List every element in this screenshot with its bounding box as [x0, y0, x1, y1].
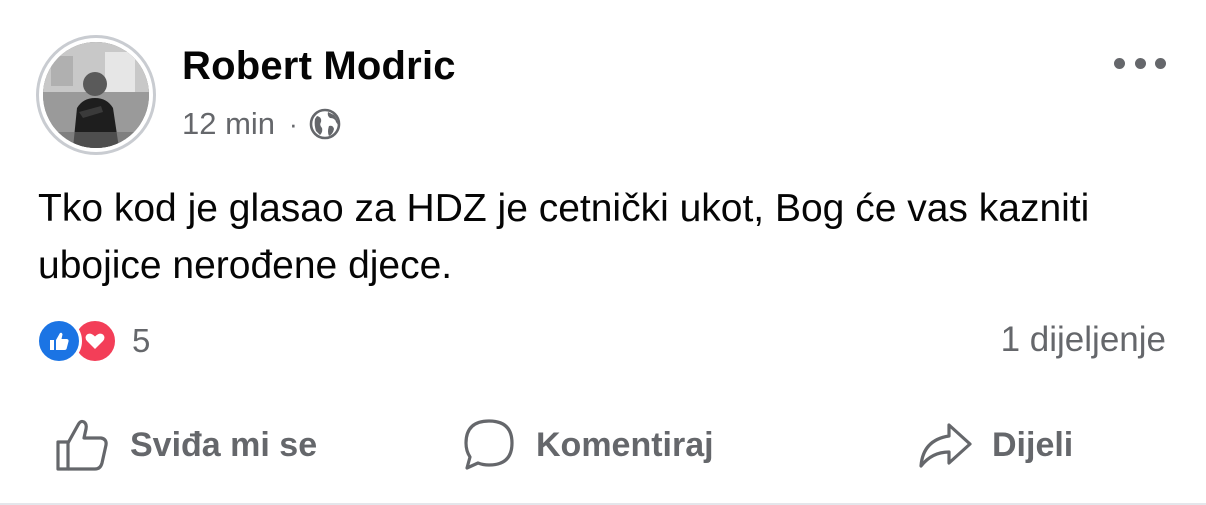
avatar-photo	[43, 42, 149, 148]
more-dot	[1155, 57, 1166, 69]
more-dot	[1114, 57, 1125, 69]
share-button[interactable]: Dijeli	[916, 408, 1073, 482]
comment-icon	[464, 419, 514, 470]
share-arrow-icon	[919, 423, 972, 468]
reaction-count: 5	[132, 322, 151, 359]
share-count[interactable]: 1 dijeljenje	[1001, 320, 1166, 360]
more-options-icon[interactable]	[1114, 52, 1166, 74]
post-meta: 12 min ·	[182, 106, 342, 142]
like-reaction-icon	[36, 318, 82, 364]
comment-button[interactable]: Komentiraj	[460, 408, 714, 482]
post-card: Robert Modric 12 min · Tko kod je glasao…	[0, 0, 1206, 505]
action-bar: Sviđa mi se Komentiraj Dijeli	[0, 408, 1206, 482]
globe-icon	[308, 107, 342, 141]
reactions-summary[interactable]: 5	[36, 317, 150, 365]
thumbs-up-icon	[56, 419, 108, 471]
share-button-label: Dijeli	[992, 425, 1074, 464]
like-button-label: Sviđa mi se	[130, 425, 318, 464]
author-name[interactable]: Robert Modric	[182, 44, 456, 89]
more-dot	[1134, 57, 1146, 69]
avatar[interactable]	[36, 35, 156, 155]
comment-button-label: Komentiraj	[536, 425, 714, 464]
like-button[interactable]: Sviđa mi se	[54, 408, 317, 482]
meta-separator: ·	[289, 108, 298, 139]
post-time[interactable]: 12 min	[182, 106, 275, 142]
post-text: Tko kod je glasao za HDZ je cetnički uko…	[38, 187, 1090, 287]
